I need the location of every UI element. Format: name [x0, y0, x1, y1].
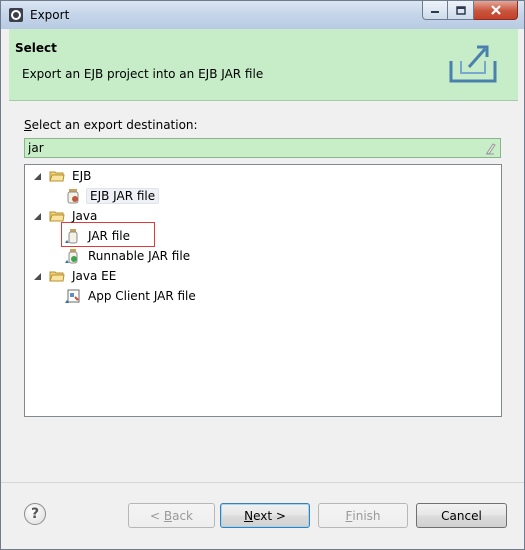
- export-icon: [449, 45, 497, 83]
- destination-label: Select an export destination:: [24, 118, 198, 132]
- tree-item-jar-file[interactable]: JAR file: [65, 227, 132, 245]
- destination-label-text: elect an export destination:: [31, 118, 198, 132]
- tree-label-jar-file: JAR file: [88, 229, 130, 243]
- tree-label-app-client-jar: App Client JAR file: [88, 289, 196, 303]
- tree-label-java-ee: Java EE: [72, 269, 117, 283]
- back-rest: ack: [172, 508, 193, 523]
- tree-label-ejb-jar: EJB JAR file: [86, 188, 160, 204]
- clear-icon[interactable]: [484, 141, 496, 155]
- app-client-icon: [65, 289, 80, 303]
- filter-field[interactable]: [24, 138, 501, 158]
- expanded-arrow-icon[interactable]: [33, 172, 42, 181]
- close-button[interactable]: [474, 1, 518, 20]
- back-button[interactable]: < Back: [128, 503, 215, 528]
- runnable-jar-icon: [65, 249, 78, 264]
- maximize-button[interactable]: [448, 1, 474, 20]
- help-button[interactable]: ?: [24, 503, 46, 525]
- title-bar[interactable]: Export: [1, 1, 524, 29]
- tree-label-java: Java: [72, 209, 98, 223]
- filter-input[interactable]: [26, 140, 480, 156]
- cancel-button[interactable]: Cancel: [416, 503, 507, 528]
- page-title: Select: [15, 41, 57, 55]
- help-icon: ?: [30, 506, 40, 522]
- folder-icon: [49, 211, 65, 222]
- back-prefix: <: [149, 508, 164, 523]
- cancel-label: Cancel: [441, 508, 482, 523]
- back-mnemonic: B: [163, 508, 173, 523]
- next-mnemonic: N: [244, 508, 254, 523]
- jar-icon: [65, 229, 78, 244]
- destination-label-mnemonic: S: [24, 118, 32, 132]
- wizard-banner: Select Export an EJB project into an EJB…: [9, 29, 518, 101]
- page-description: Export an EJB project into an EJB JAR fi…: [22, 67, 264, 81]
- destination-tree[interactable]: EJB EJB JAR file Java JAR file Runnable …: [24, 164, 502, 417]
- ejb-jar-icon: [67, 189, 79, 204]
- tree-label-ejb: EJB: [72, 169, 92, 183]
- window-title: Export: [30, 8, 70, 22]
- expanded-arrow-icon[interactable]: [33, 212, 42, 221]
- export-dialog: Export Select Export an EJB project into…: [0, 0, 525, 550]
- close-icon: [490, 5, 501, 15]
- tree-group-java-ee[interactable]: Java EE: [33, 267, 118, 285]
- folder-icon: [49, 271, 65, 282]
- wizard-content: Select an export destination: EJB EJB JA…: [9, 101, 518, 481]
- maximize-icon: [455, 5, 466, 15]
- minimize-button[interactable]: [422, 1, 448, 20]
- tree-group-ejb[interactable]: EJB: [33, 167, 93, 185]
- finish-button[interactable]: Finish: [318, 503, 408, 528]
- next-rest: ext >: [253, 508, 286, 523]
- button-bar: ? < Back Next > Finish Cancel: [1, 482, 524, 549]
- expanded-arrow-icon[interactable]: [33, 272, 42, 281]
- tree-group-java[interactable]: Java: [33, 207, 99, 225]
- minimize-icon: [431, 11, 439, 13]
- eclipse-app-icon: [9, 8, 23, 22]
- next-button[interactable]: Next >: [220, 503, 310, 528]
- tree-item-runnable-jar-file[interactable]: Runnable JAR file: [65, 247, 192, 265]
- tree-label-runnable-jar: Runnable JAR file: [88, 249, 191, 263]
- tree-item-app-client-jar-file[interactable]: App Client JAR file: [65, 287, 198, 305]
- finish-rest: inish: [352, 508, 381, 523]
- tree-item-ejb-jar-file[interactable]: EJB JAR file: [65, 187, 160, 205]
- folder-icon: [49, 171, 65, 182]
- finish-mnemonic: F: [345, 508, 353, 523]
